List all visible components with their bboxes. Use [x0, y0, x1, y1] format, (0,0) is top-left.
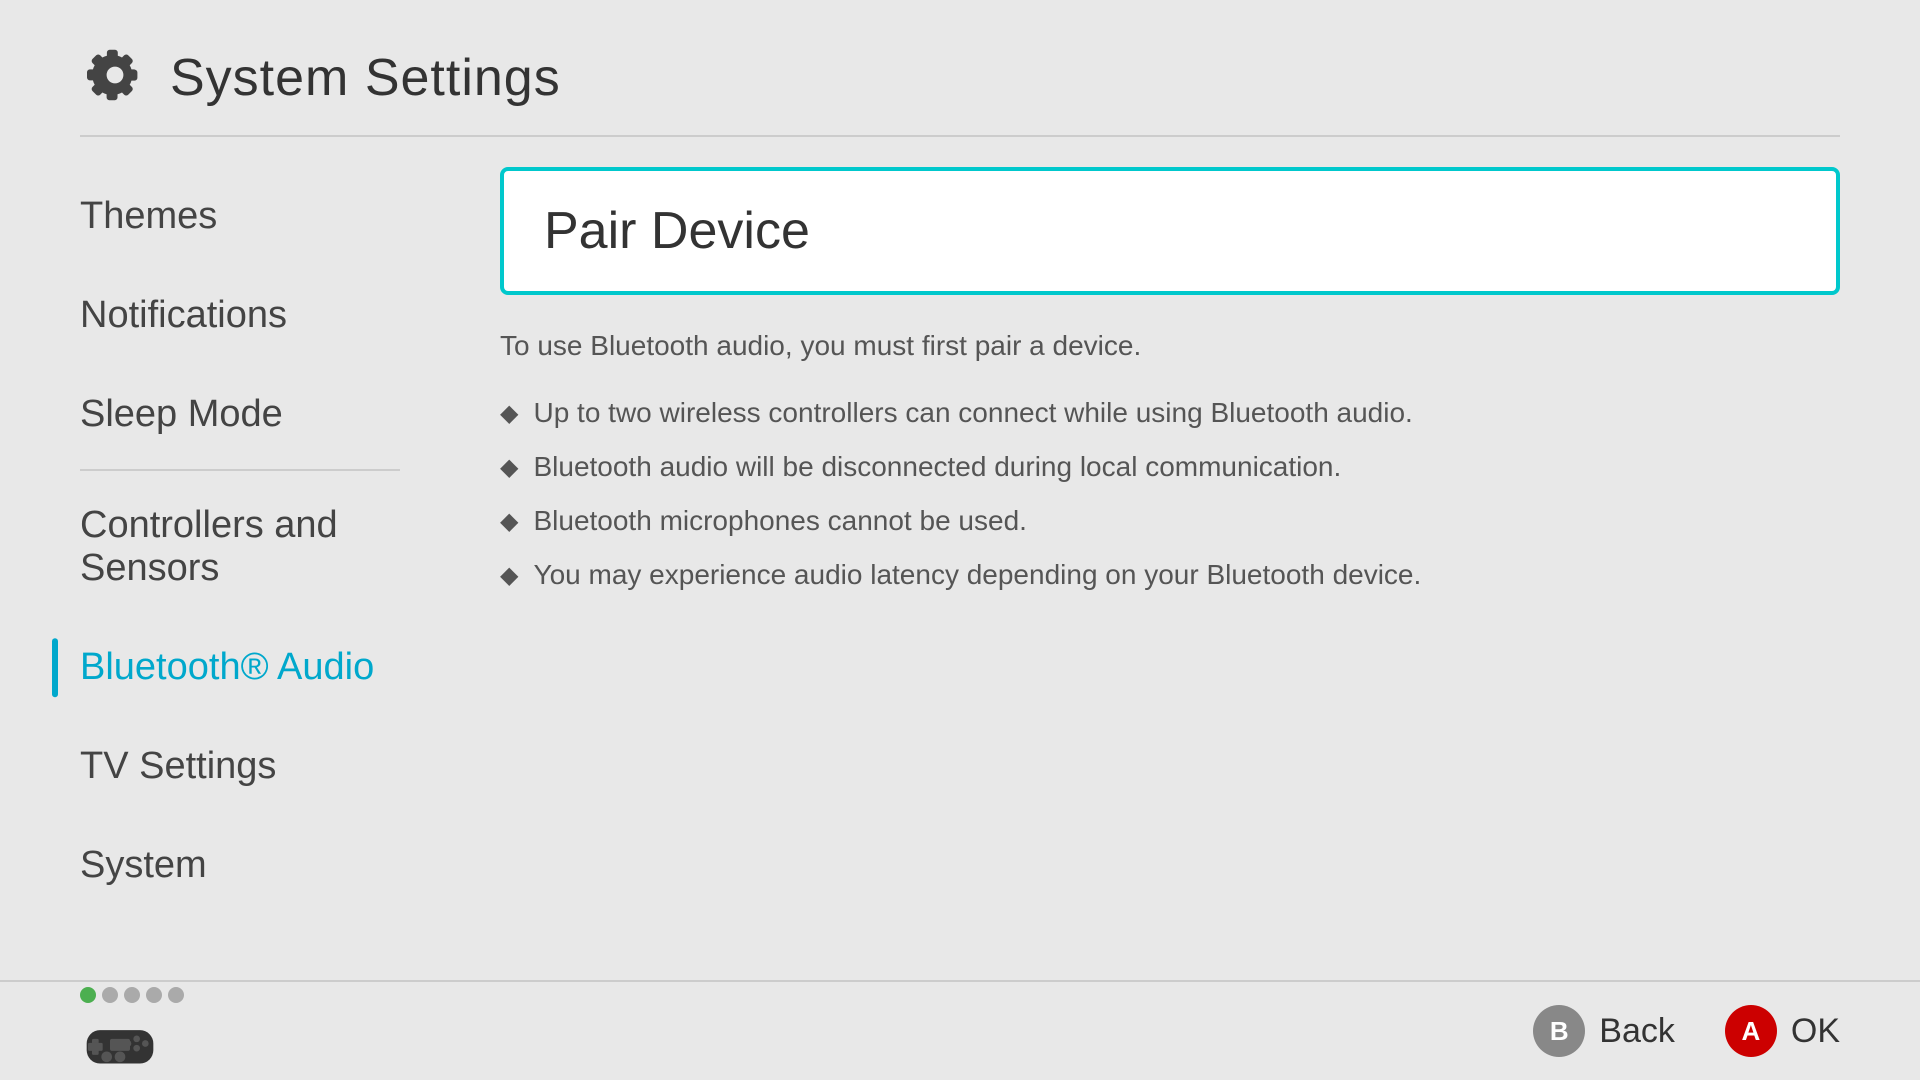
sidebar: Themes Notifications Sleep Mode Controll… — [0, 147, 480, 947]
dot-5 — [168, 987, 184, 1003]
pair-device-title: Pair Device — [544, 201, 1796, 261]
diamond-icon-1: ◆ — [500, 396, 518, 432]
diamond-icon-3: ◆ — [500, 504, 518, 540]
bullet-item-1: ◆ Up to two wireless controllers can con… — [500, 392, 1840, 434]
dot-3 — [124, 987, 140, 1003]
dot-2 — [102, 987, 118, 1003]
sidebar-divider — [80, 469, 400, 471]
bullet-list: ◆ Up to two wireless controllers can con… — [500, 392, 1840, 596]
content-area: Themes Notifications Sleep Mode Controll… — [0, 147, 1920, 947]
sidebar-item-controllers-and-sensors[interactable]: Controllers and Sensors — [0, 476, 480, 618]
b-button-icon: B — [1533, 1005, 1585, 1057]
back-button[interactable]: B Back — [1533, 1005, 1675, 1057]
ok-button[interactable]: A OK — [1725, 1005, 1840, 1057]
dot-1 — [80, 987, 96, 1003]
footer-right: B Back A OK — [1533, 1005, 1840, 1057]
sidebar-item-tv-settings[interactable]: TV Settings — [0, 717, 480, 816]
diamond-icon-2: ◆ — [500, 450, 518, 486]
page-title: System Settings — [170, 48, 561, 108]
diamond-icon-4: ◆ — [500, 558, 518, 594]
controller-icon — [80, 1011, 160, 1076]
controller-wrapper — [80, 987, 184, 1076]
pair-device-card[interactable]: Pair Device — [500, 167, 1840, 295]
header-divider — [80, 135, 1840, 137]
footer-left — [80, 987, 184, 1076]
sidebar-item-system[interactable]: System — [0, 816, 480, 915]
bullet-item-4: ◆ You may experience audio latency depen… — [500, 554, 1840, 596]
dot-4 — [146, 987, 162, 1003]
sidebar-item-themes[interactable]: Themes — [0, 167, 480, 266]
header: System Settings — [0, 0, 1920, 135]
ok-label: OK — [1791, 1012, 1840, 1051]
sidebar-item-sleep-mode[interactable]: Sleep Mode — [0, 365, 480, 464]
footer: B Back A OK — [0, 980, 1920, 1080]
gear-icon — [80, 40, 150, 115]
controller-dots — [80, 987, 184, 1003]
back-label: Back — [1599, 1012, 1675, 1051]
sidebar-item-notifications[interactable]: Notifications — [0, 266, 480, 365]
bullet-item-2: ◆ Bluetooth audio will be disconnected d… — [500, 446, 1840, 488]
pair-device-description: To use Bluetooth audio, you must first p… — [500, 325, 1840, 367]
main-content: Pair Device To use Bluetooth audio, you … — [480, 147, 1920, 947]
a-button-icon: A — [1725, 1005, 1777, 1057]
sidebar-item-bluetooth-audio[interactable]: Bluetooth® Audio — [0, 618, 480, 717]
bullet-item-3: ◆ Bluetooth microphones cannot be used. — [500, 500, 1840, 542]
